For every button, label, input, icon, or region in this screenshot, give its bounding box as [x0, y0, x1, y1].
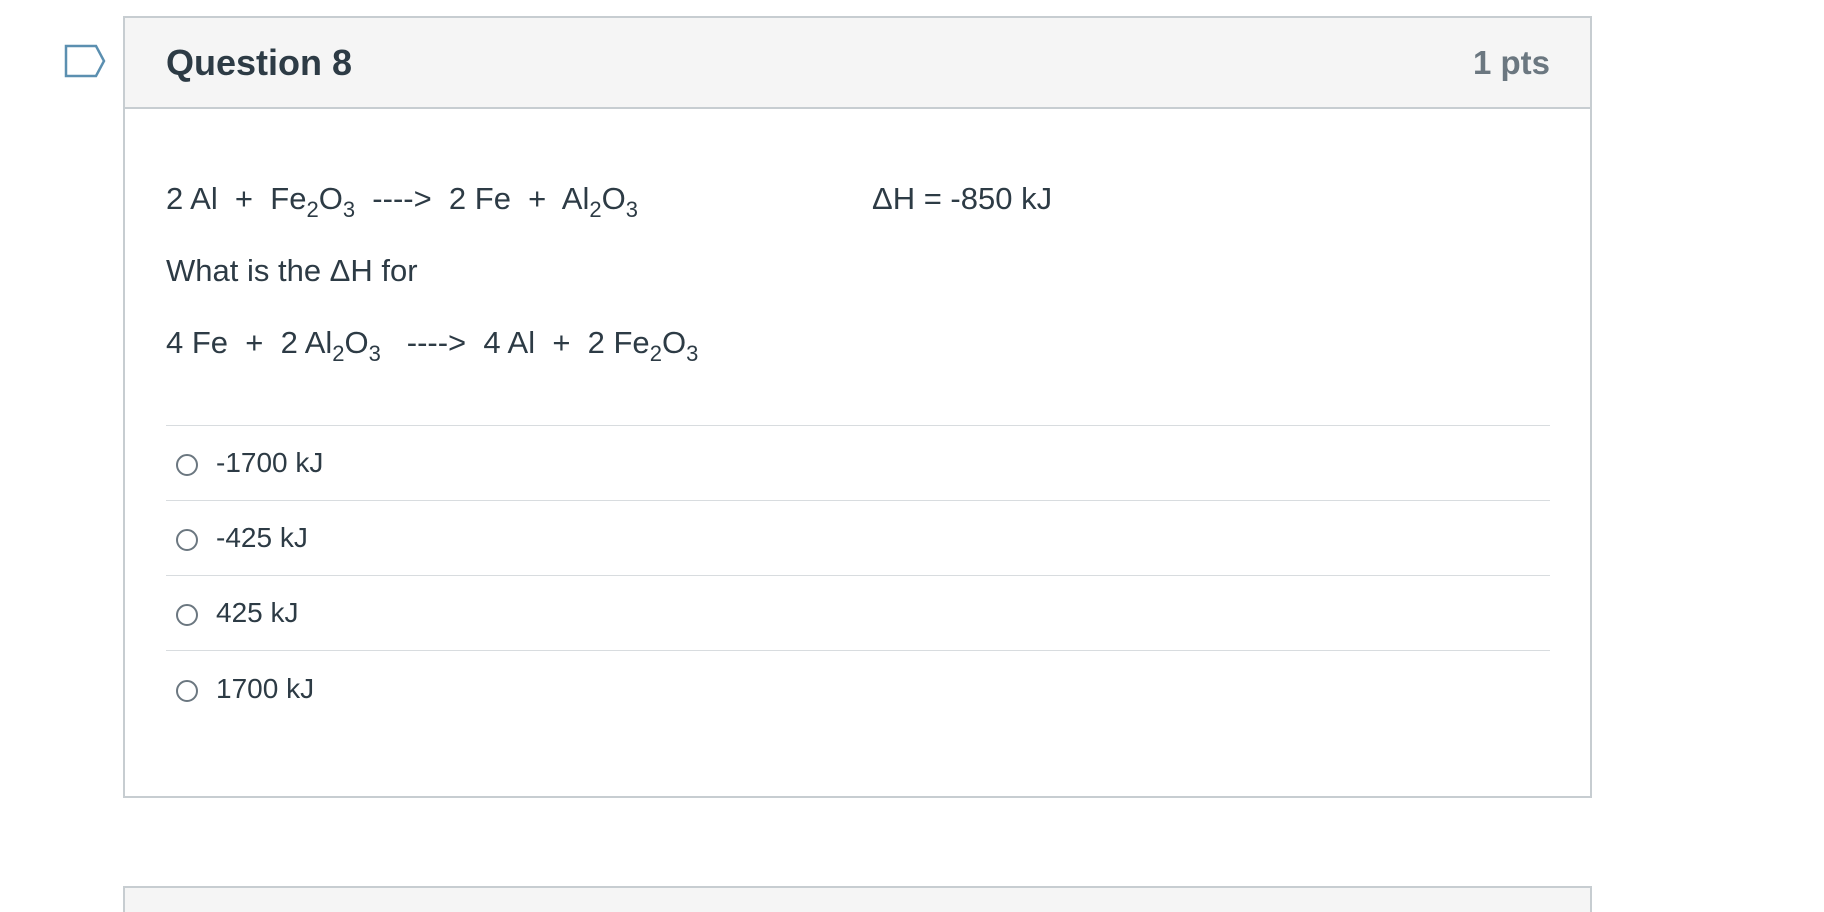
- answer-option[interactable]: 1700 kJ: [166, 651, 1550, 726]
- reaction-equation: 2 Al + Fe2O3 ----> 2 Fe + Al2O3 ΔH = -85…: [166, 181, 1550, 221]
- formula-text: O: [318, 181, 343, 216]
- quiz-page: Question 8 1 pts 2 Al + Fe2O3 ----> 2 Fe…: [0, 0, 1824, 912]
- subscript: 2: [306, 197, 319, 222]
- answer-option[interactable]: -425 kJ: [166, 501, 1550, 576]
- delta-h-value: ΔH = -850 kJ: [872, 181, 1053, 216]
- question-points: 1 pts: [1472, 43, 1550, 81]
- answer-label: 425 kJ: [216, 597, 299, 628]
- formula-text: O: [661, 325, 687, 360]
- radio-unchecked-icon[interactable]: [176, 454, 198, 476]
- formula-text: 4 Fe + 2 Al: [166, 325, 333, 360]
- radio-unchecked-icon[interactable]: [176, 679, 198, 702]
- answer-label: 1700 kJ: [216, 672, 315, 704]
- question-title: Question 8: [166, 41, 353, 83]
- answer-list: -1700 kJ -425 kJ 425 kJ 1700 kJ: [166, 425, 1550, 726]
- formula-text: O: [601, 181, 626, 216]
- formula-text: ----> 2 Fe + Al: [355, 181, 590, 216]
- subscript: 3: [368, 341, 381, 366]
- answer-option[interactable]: 425 kJ: [166, 576, 1550, 651]
- question-header: Question 8 1 pts: [125, 18, 1590, 109]
- flag-icon[interactable]: [64, 44, 106, 78]
- subscript: 2: [589, 197, 602, 222]
- subscript: 3: [625, 197, 638, 222]
- subscript: 2: [332, 341, 345, 366]
- reaction-formula: 2 Al + Fe2O3 ----> 2 Fe + Al2O3: [166, 181, 872, 221]
- formula-text: O: [344, 325, 369, 360]
- question-prompt: What is the ΔH for: [166, 253, 418, 288]
- answer-option[interactable]: -1700 kJ: [166, 426, 1550, 501]
- subscript: 2: [649, 341, 662, 366]
- subscript: 3: [342, 197, 356, 222]
- formula-text: 2 Al + Fe: [166, 181, 307, 216]
- next-question-card: [123, 886, 1592, 912]
- answer-label: -425 kJ: [216, 522, 308, 553]
- radio-unchecked-icon[interactable]: [176, 529, 198, 551]
- target-reaction-equation: 4 Fe + 2 Al2O3 ----> 4 Al + 2 Fe2O3: [166, 325, 1550, 365]
- radio-unchecked-icon[interactable]: [176, 604, 198, 626]
- question-card: Question 8 1 pts 2 Al + Fe2O3 ----> 2 Fe…: [123, 16, 1592, 798]
- answer-label: -1700 kJ: [216, 447, 324, 478]
- subscript: 3: [686, 341, 699, 366]
- formula-text: ----> 4 Al + 2 Fe: [380, 325, 650, 360]
- question-body: 2 Al + Fe2O3 ----> 2 Fe + Al2O3 ΔH = -85…: [125, 109, 1590, 726]
